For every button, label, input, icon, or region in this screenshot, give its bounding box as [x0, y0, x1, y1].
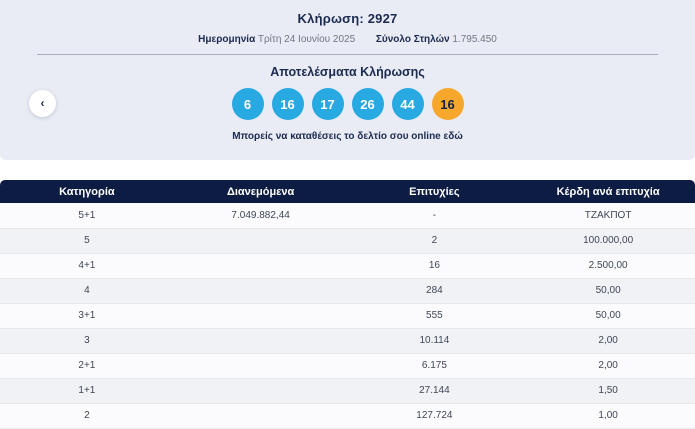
- table-cell: -: [348, 203, 522, 228]
- table-cell: 50,00: [521, 278, 695, 303]
- table-cell: 1+1: [0, 378, 174, 403]
- table-cell: 5+1: [0, 203, 174, 228]
- table-cell: 7.049.882,44: [174, 203, 348, 228]
- table-row: 3 10.1142,00: [0, 328, 695, 353]
- winning-number-ball: 16: [272, 88, 304, 120]
- column-header: Κέρδη ανά επιτυχία: [521, 180, 695, 203]
- table-cell: 127.724: [348, 403, 522, 428]
- draw-date-label: Ημερομηνία: [198, 34, 255, 45]
- table-cell: ΤΖΑΚΠΟΤ: [521, 203, 695, 228]
- table-cell: 3+1: [0, 303, 174, 328]
- hero-divider: [37, 54, 658, 55]
- table-cell: 2: [0, 403, 174, 428]
- prize-table-header: ΚατηγορίαΔιανεμόμεναΕπιτυχίεςΚέρδη ανά ε…: [0, 180, 695, 203]
- table-cell: 10.114: [348, 328, 522, 353]
- table-cell: [174, 253, 348, 278]
- results-title: Αποτελέσματα Κλήρωσης: [0, 65, 695, 79]
- previous-draw-button[interactable]: ‹: [29, 90, 56, 117]
- column-header: Διανεμόμενα: [174, 180, 348, 203]
- prize-table: ΚατηγορίαΔιανεμόμεναΕπιτυχίεςΚέρδη ανά ε…: [0, 180, 695, 429]
- table-cell: 100.000,00: [521, 228, 695, 253]
- draw-columns-label: Σύνολο Στηλών: [376, 34, 450, 45]
- winning-number-ball: 26: [352, 88, 384, 120]
- table-cell: 2,00: [521, 353, 695, 378]
- table-cell: 50,00: [521, 303, 695, 328]
- column-header: Κατηγορία: [0, 180, 174, 203]
- table-cell: [174, 403, 348, 428]
- table-cell: 4: [0, 278, 174, 303]
- table-row: 2+1 6.1752,00: [0, 353, 695, 378]
- submit-slip-online-link[interactable]: Μπορείς να καταθέσεις το δελτίο σου onli…: [232, 131, 463, 142]
- winning-numbers: 61617264416: [0, 88, 695, 120]
- table-cell: 1,00: [521, 403, 695, 428]
- table-cell: 2+1: [0, 353, 174, 378]
- table-cell: 2.500,00: [521, 253, 695, 278]
- table-cell: 284: [348, 278, 522, 303]
- winning-number-ball: 17: [312, 88, 344, 120]
- table-cell: 4+1: [0, 253, 174, 278]
- table-cell: 555: [348, 303, 522, 328]
- table-cell: 27.144: [348, 378, 522, 403]
- draw-meta: Ημερομηνία Τρίτη 24 Ιουνίου 2025 Σύνολο …: [0, 34, 695, 45]
- table-cell: [174, 378, 348, 403]
- chevron-left-icon: ‹: [41, 96, 45, 110]
- draw-date-value: Τρίτη 24 Ιουνίου 2025: [258, 34, 355, 45]
- table-cell: 6.175: [348, 353, 522, 378]
- draw-title: Κλήρωση: 2927: [0, 0, 695, 26]
- table-cell: 2,00: [521, 328, 695, 353]
- table-cell: 3: [0, 328, 174, 353]
- prize-table-container: ΚατηγορίαΔιανεμόμεναΕπιτυχίεςΚέρδη ανά ε…: [0, 180, 695, 429]
- table-row: 5+17.049.882,44-ΤΖΑΚΠΟΤ: [0, 203, 695, 228]
- table-cell: [174, 353, 348, 378]
- table-row: 2 127.7241,00: [0, 403, 695, 428]
- table-row: 5 2100.000,00: [0, 228, 695, 253]
- table-cell: 2: [348, 228, 522, 253]
- winning-number-ball: 44: [392, 88, 424, 120]
- table-cell: 5: [0, 228, 174, 253]
- table-row: 4+1 162.500,00: [0, 253, 695, 278]
- joker-number-ball: 16: [432, 88, 464, 120]
- draw-date: Ημερομηνία Τρίτη 24 Ιουνίου 2025: [198, 34, 355, 45]
- table-cell: [174, 328, 348, 353]
- winning-number-ball: 6: [232, 88, 264, 120]
- column-header: Επιτυχίες: [348, 180, 522, 203]
- table-cell: 16: [348, 253, 522, 278]
- draw-columns: Σύνολο Στηλών 1.795.450: [376, 34, 497, 45]
- table-row: 4 28450,00: [0, 278, 695, 303]
- table-cell: [174, 303, 348, 328]
- table-row: 1+1 27.1441,50: [0, 378, 695, 403]
- table-cell: 1,50: [521, 378, 695, 403]
- table-row: 3+1 55550,00: [0, 303, 695, 328]
- prize-table-header-row: ΚατηγορίαΔιανεμόμεναΕπιτυχίεςΚέρδη ανά ε…: [0, 180, 695, 203]
- prize-table-body: 5+17.049.882,44-ΤΖΑΚΠΟΤ52100.000,004+116…: [0, 203, 695, 428]
- draw-columns-value: 1.795.450: [452, 34, 497, 45]
- table-cell: [174, 278, 348, 303]
- table-cell: [174, 228, 348, 253]
- draw-hero-section: Κλήρωση: 2927 Ημερομηνία Τρίτη 24 Ιουνίο…: [0, 0, 695, 160]
